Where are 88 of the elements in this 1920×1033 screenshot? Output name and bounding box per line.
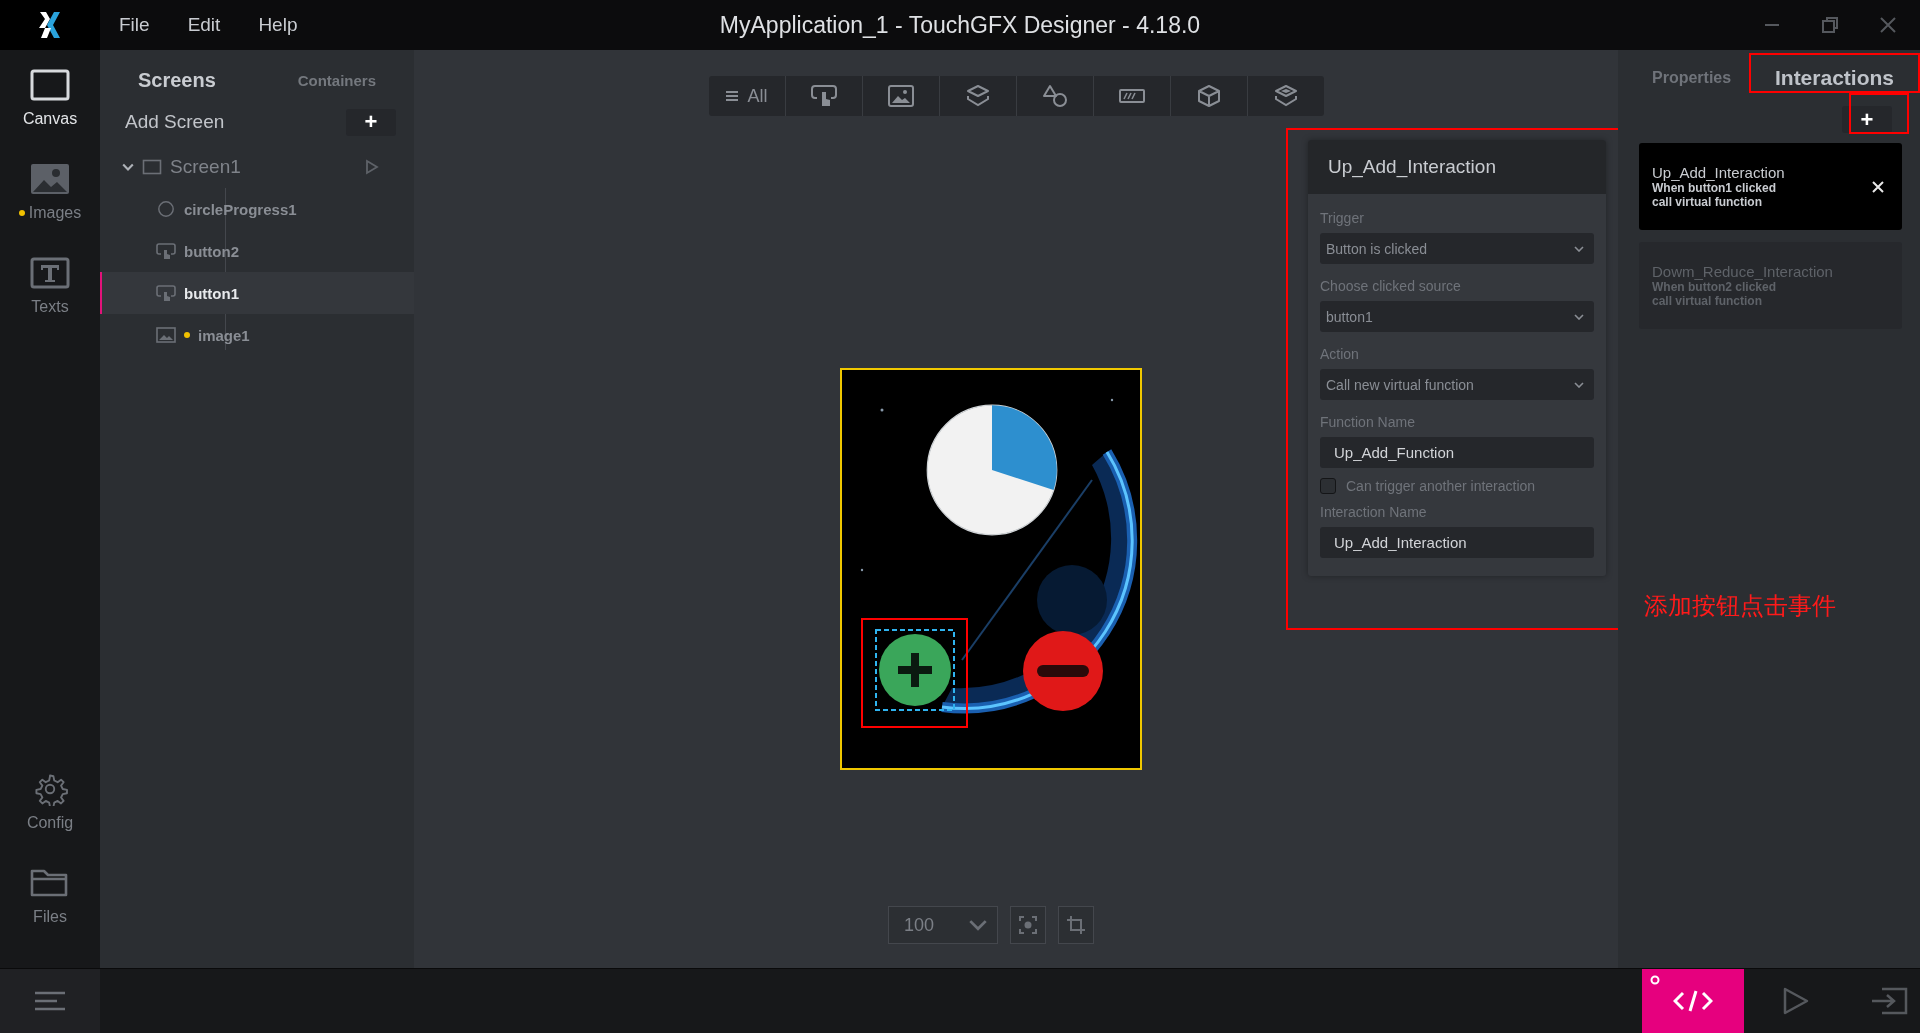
interaction-title: Dowm_Reduce_Interaction xyxy=(1652,263,1833,280)
touch-button-icon xyxy=(156,242,176,260)
checkbox-label: Can trigger another interaction xyxy=(1346,478,1536,494)
close-icon[interactable] xyxy=(1872,180,1884,193)
annotation-text: 添加按钮点击事件 xyxy=(1644,591,1836,622)
tree-label: button2 xyxy=(184,242,239,260)
field-label: Interaction Name xyxy=(1320,504,1428,520)
interaction-item[interactable]: Up_Add_Interaction When button1 clicked call virtual function xyxy=(1639,143,1902,230)
image-icon xyxy=(30,162,70,196)
nav-label: Files xyxy=(33,908,67,926)
tab[interactable]: Interactions xyxy=(1774,66,1894,90)
window-title: MyApplication_1 - TouchGFX Designer - 4.18.0 xyxy=(719,11,1201,39)
interaction-title: Up_Add_Interaction xyxy=(1652,164,1785,181)
tab[interactable]: Screens xyxy=(138,68,216,92)
nav-label: Canvas xyxy=(22,110,78,128)
export-icon[interactable] xyxy=(1870,986,1910,1016)
code-button[interactable] xyxy=(1642,969,1744,1033)
tree-label: image1 xyxy=(198,326,250,344)
nav-item[interactable]: Config xyxy=(26,772,74,866)
play-icon[interactable] xyxy=(365,159,379,175)
crop-icon xyxy=(1066,915,1086,935)
field-label: Choose clicked source xyxy=(1320,278,1462,294)
tree-item[interactable]: button1 xyxy=(100,272,414,314)
menu-item[interactable]: Help xyxy=(258,14,298,36)
chevron-down-icon xyxy=(1574,313,1584,320)
interaction-description: call virtual function xyxy=(1652,294,1763,308)
plus-button[interactable] xyxy=(875,629,955,711)
chevron-down-icon xyxy=(1574,245,1584,252)
logo-icon xyxy=(38,11,62,39)
interaction-description: call virtual function xyxy=(1652,195,1763,209)
tree-item[interactable]: Screen1 xyxy=(100,146,414,188)
menu-icon[interactable] xyxy=(34,991,66,1011)
nav-item[interactable]: Files xyxy=(30,866,70,960)
field-label: Trigger xyxy=(1320,210,1365,226)
zoom-value: 100 xyxy=(904,914,935,936)
field-label: Action xyxy=(1320,346,1360,362)
tree-item[interactable]: image1 xyxy=(100,314,414,356)
field-label: Function Name xyxy=(1320,414,1416,430)
tab[interactable]: Properties xyxy=(1652,69,1732,87)
add-screen-label: Add Screen xyxy=(125,111,225,133)
restore-icon[interactable] xyxy=(1820,15,1840,35)
nav-label: Texts xyxy=(31,298,69,316)
tree-item[interactable]: circleProgress1 xyxy=(100,188,414,230)
status-dot-icon xyxy=(1650,975,1660,985)
shapes-icon xyxy=(1040,84,1069,108)
dropdown[interactable]: Call new virtual function xyxy=(1320,369,1594,400)
dropdown[interactable]: Button is clicked xyxy=(1320,233,1594,264)
zoom-dropdown[interactable]: 100 xyxy=(888,906,998,944)
fit-button[interactable] xyxy=(1010,906,1046,944)
chevron-down-icon xyxy=(1574,381,1584,388)
image-icon xyxy=(156,326,176,344)
dropdown[interactable]: button1 xyxy=(1320,301,1594,332)
checkbox[interactable] xyxy=(1320,478,1336,494)
tree-label: button1 xyxy=(184,284,239,302)
circle-icon xyxy=(156,200,176,218)
nav-label: Config xyxy=(26,814,74,832)
form-title: Up_Add_Interaction xyxy=(1308,140,1606,194)
touch-button-icon xyxy=(156,284,176,302)
text-icon xyxy=(30,256,70,290)
menu-item[interactable]: File xyxy=(119,14,150,36)
minus-button[interactable] xyxy=(1023,631,1103,711)
interaction-description: When button1 clicked xyxy=(1652,181,1777,195)
input-field[interactable]: Up_Add_Interaction xyxy=(1320,527,1594,558)
screen-icon xyxy=(142,158,162,176)
interaction-description: When button2 clicked xyxy=(1652,280,1777,294)
nav-item[interactable]: Canvas xyxy=(22,68,78,162)
interaction-item[interactable]: Dowm_Reduce_Interaction When button2 clicked call virtual function xyxy=(1639,242,1902,329)
code-icon xyxy=(1673,989,1713,1013)
tree-label: circleProgress1 xyxy=(184,200,297,218)
tree-label: Screen1 xyxy=(170,156,241,178)
nav-item[interactable]: Images xyxy=(18,162,82,256)
canvas-icon xyxy=(30,68,70,102)
crop-button[interactable] xyxy=(1058,906,1094,944)
tab[interactable]: Containers xyxy=(297,71,376,89)
image-icon xyxy=(886,84,915,108)
toolbar-button[interactable]: All xyxy=(708,76,785,116)
toolbar-label: All xyxy=(747,85,768,107)
chevron-down-icon xyxy=(969,919,987,931)
input-field[interactable]: Up_Add_Function xyxy=(1320,437,1594,468)
focus-icon xyxy=(1018,915,1038,935)
tree-item[interactable]: button2 xyxy=(100,230,414,272)
add-interaction-button[interactable]: + xyxy=(1842,106,1892,133)
add-screen-button[interactable]: + xyxy=(346,108,396,136)
nav-item[interactable]: Texts xyxy=(30,256,70,350)
touch-button-icon xyxy=(809,84,838,108)
menu-icon xyxy=(725,90,740,102)
nav-label: Images xyxy=(28,204,82,222)
menu-item[interactable]: Edit xyxy=(187,14,221,36)
